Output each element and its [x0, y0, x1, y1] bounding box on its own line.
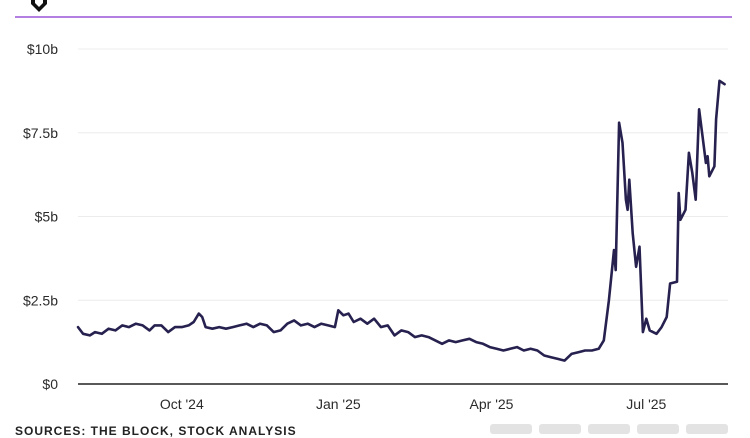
- line-chart: $0 $2.5b $5b $7.5b $10b Oct '24 Jan '25 Apr '2…: [23, 41, 728, 412]
- share-button[interactable]: [686, 424, 728, 434]
- x-tick-label: Oct '24: [160, 396, 204, 412]
- series-line: [76, 79, 726, 362]
- y-tick-label: $10b: [27, 41, 58, 57]
- x-tick-label: Apr '25: [470, 396, 514, 412]
- share-button[interactable]: [588, 424, 630, 434]
- source-caption: SOURCES: THE BLOCK, STOCK ANALYSIS: [15, 424, 297, 438]
- share-button[interactable]: [539, 424, 581, 434]
- y-tick-label: $2.5b: [23, 292, 58, 308]
- share-button[interactable]: [490, 424, 532, 434]
- y-tick-label: $7.5b: [23, 125, 58, 141]
- share-button[interactable]: [637, 424, 679, 434]
- x-tick-label: Jan '25: [316, 396, 361, 412]
- y-tick-label: $0: [42, 376, 58, 392]
- x-tick-label: Jul '25: [626, 396, 666, 412]
- y-tick-label: $5b: [35, 209, 59, 225]
